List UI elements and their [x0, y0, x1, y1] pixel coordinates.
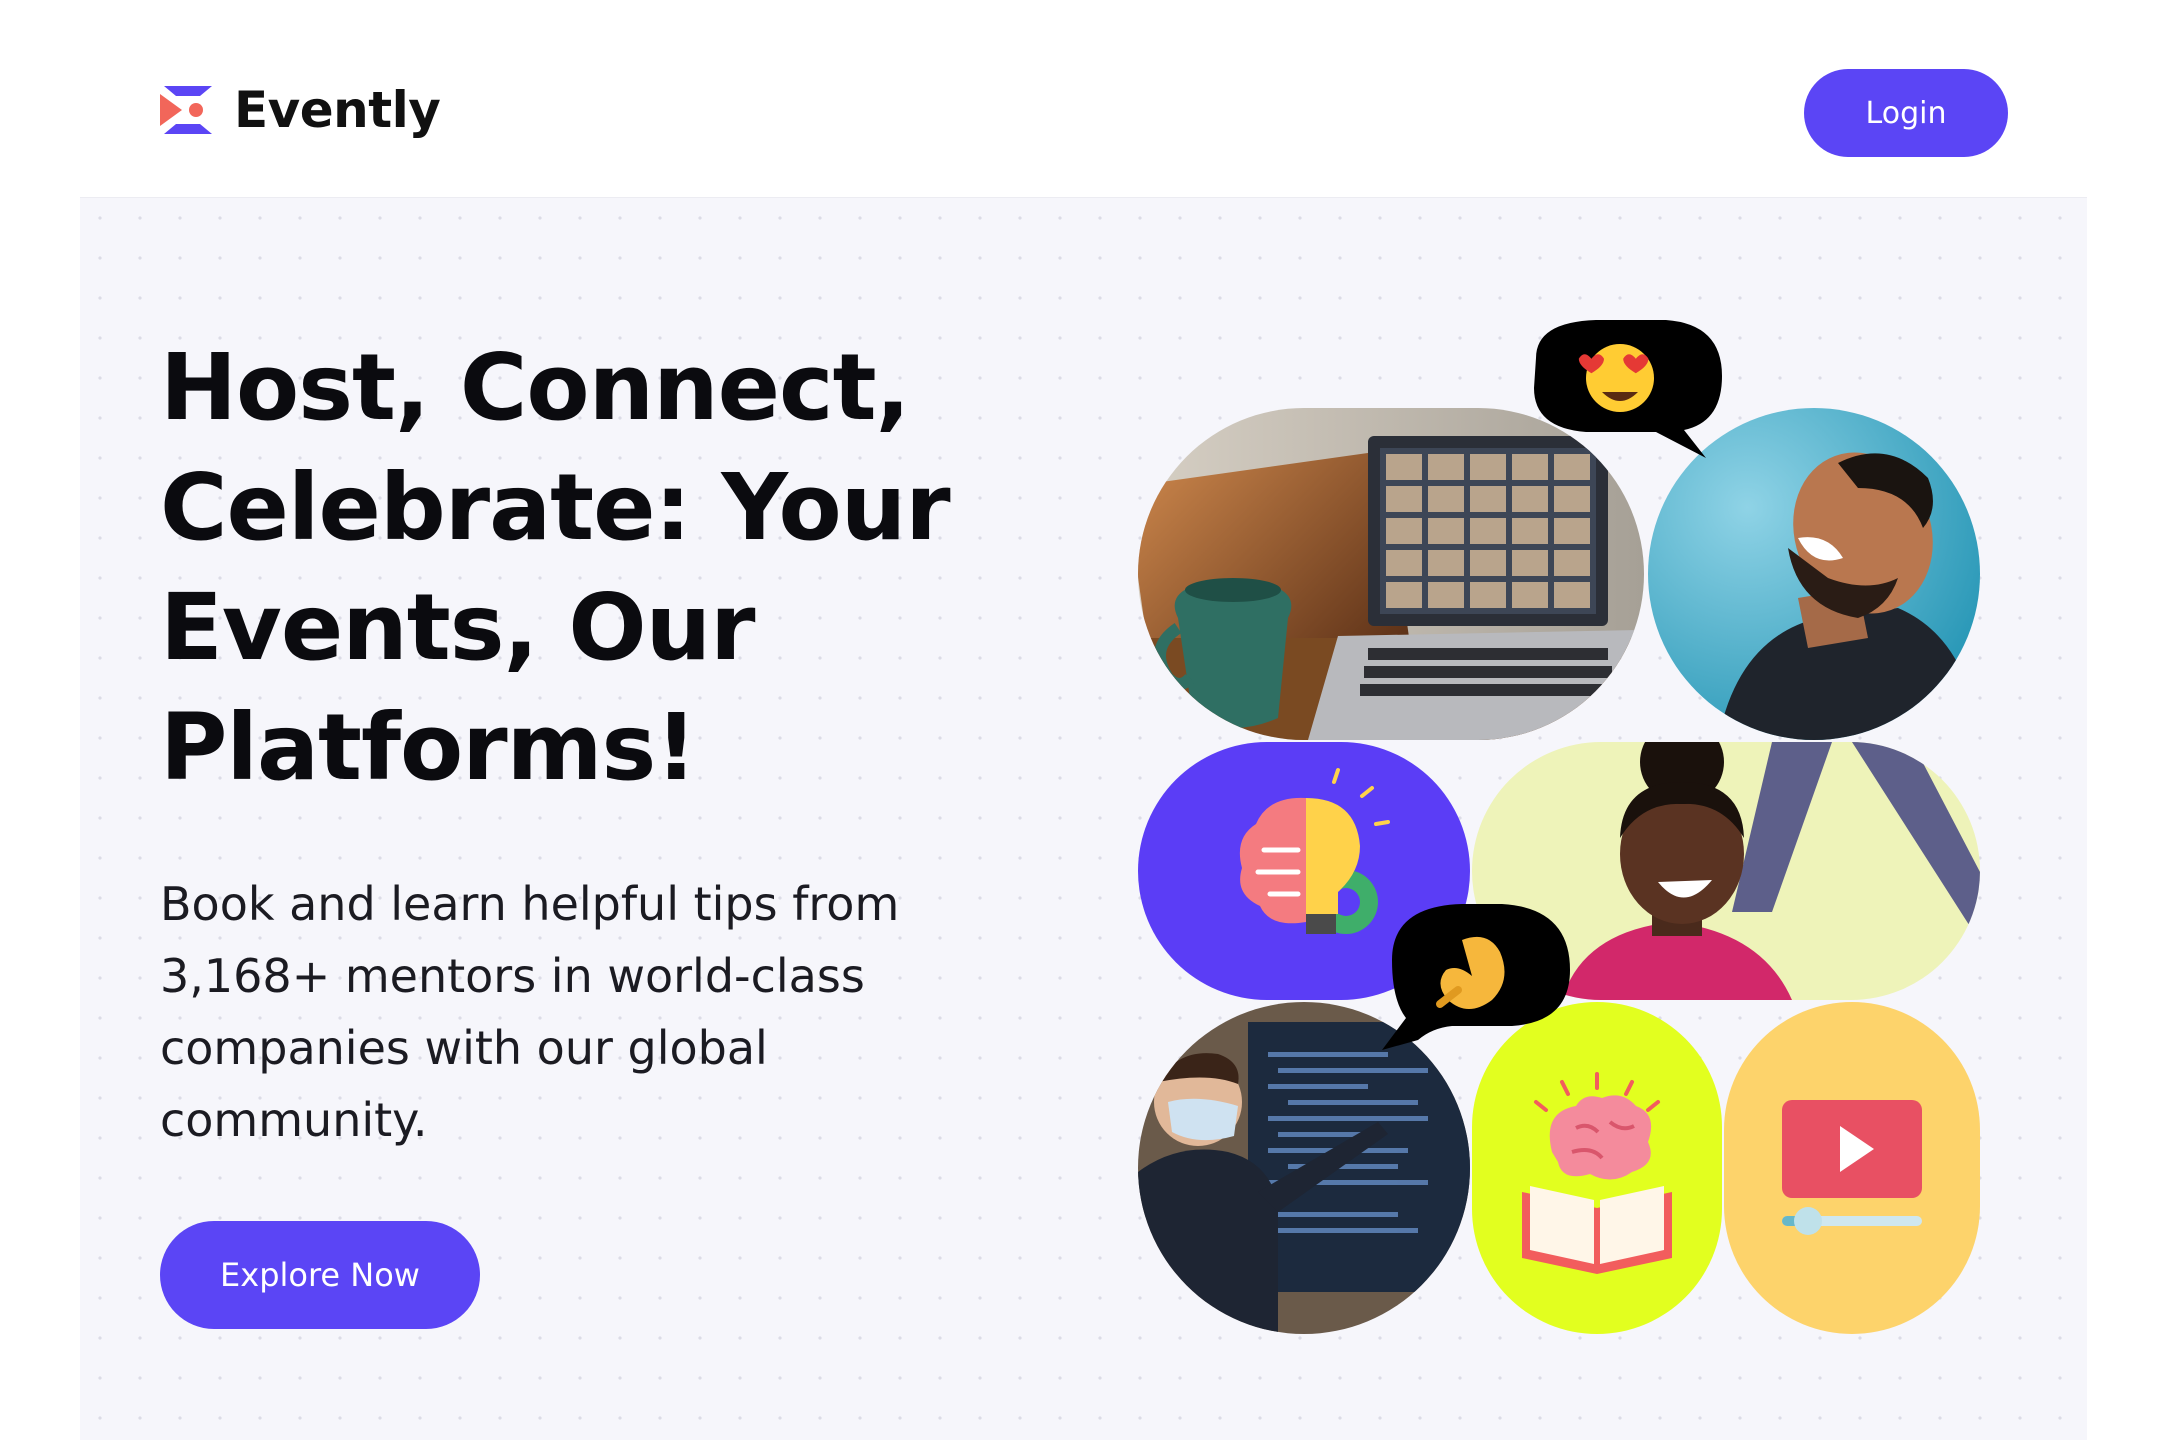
brand-name: Evently	[234, 81, 441, 139]
video-play-icon	[1724, 1002, 1980, 1334]
login-button[interactable]: Login	[1804, 69, 2008, 157]
pinched-fingers-emoji-bubble	[1362, 900, 1574, 1058]
brand-logo[interactable]: Evently	[160, 80, 441, 140]
hero-title: Host, Connect, Celebrate: Your Events, O…	[160, 334, 951, 801]
explore-now-button[interactable]: Explore Now	[160, 1221, 480, 1329]
hero-subtitle: Book and learn helpful tips from 3,168+ …	[160, 877, 900, 1147]
evently-logo-icon	[160, 86, 212, 134]
heart-eyes-emoji-bubble	[1516, 318, 1726, 468]
site-header: Evently Login	[0, 0, 2160, 196]
